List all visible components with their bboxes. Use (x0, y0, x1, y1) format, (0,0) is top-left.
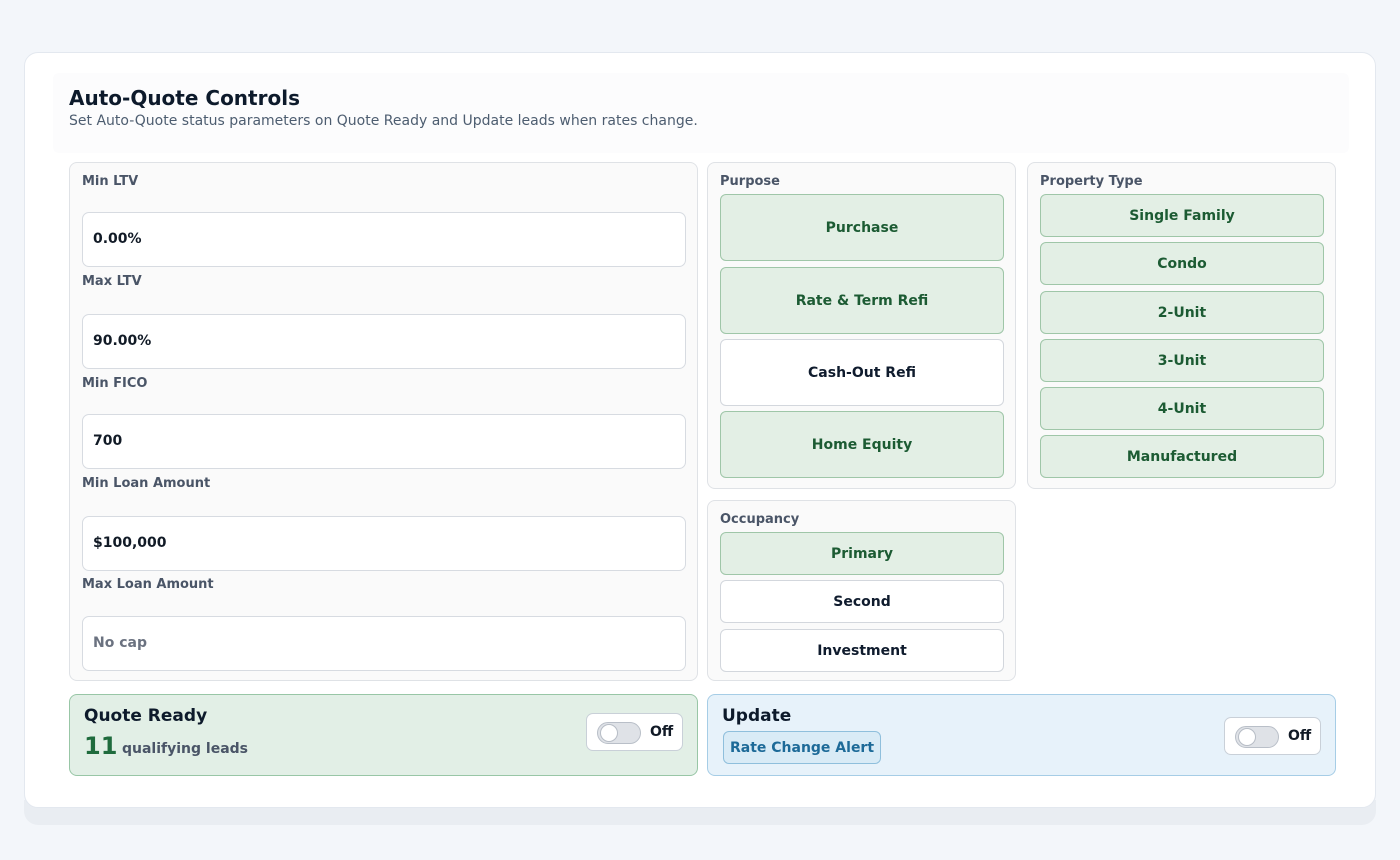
property-type-label: Property Type (1040, 174, 1143, 189)
occupancy-option-second[interactable]: Second (720, 580, 1004, 623)
min-ltv-label: Min LTV (82, 174, 139, 189)
auto-quote-card: Auto-Quote Controls Set Auto-Quote statu… (24, 52, 1376, 808)
property-option-single-family[interactable]: Single Family (1040, 194, 1324, 237)
update-toggle-state: Off (1288, 728, 1312, 744)
property-option-label: 4-Unit (1157, 400, 1207, 417)
quote-ready-title: Quote Ready (84, 706, 208, 726)
purpose-option-home-equity[interactable]: Home Equity (720, 411, 1004, 478)
loan-filters-panel: Min LTV 0.00% Max LTV 90.00% Min FICO 70… (69, 162, 698, 681)
max-ltv-label: Max LTV (82, 274, 142, 289)
quote-ready-switch[interactable] (597, 722, 641, 744)
page-title: Auto-Quote Controls (69, 86, 300, 110)
min-loan-amount-input[interactable]: $100,000 (82, 516, 686, 571)
purpose-option-rate-term-refi[interactable]: Rate & Term Refi (720, 267, 1004, 334)
occupancy-panel: Occupancy Primary Second Investment (707, 500, 1016, 681)
purpose-option-cash-out-refi[interactable]: Cash-Out Refi (720, 339, 1004, 406)
purpose-option-label: Rate & Term Refi (795, 292, 929, 309)
occupancy-label: Occupancy (720, 512, 800, 527)
quote-ready-toggle-state: Off (650, 724, 674, 740)
occupancy-option-primary[interactable]: Primary (720, 532, 1004, 575)
update-switch-knob (1238, 728, 1256, 746)
occupancy-option-investment[interactable]: Investment (720, 629, 1004, 672)
property-type-panel: Property Type Single Family Condo 2-Unit… (1027, 162, 1336, 489)
property-option-label: 3-Unit (1157, 352, 1207, 369)
property-option-label: 2-Unit (1157, 304, 1207, 321)
update-banner: Update Rate Change Alert Off (707, 694, 1336, 776)
quote-ready-switch-knob (600, 724, 618, 742)
update-title: Update (722, 706, 792, 726)
update-switch[interactable] (1235, 726, 1279, 748)
quote-ready-toggle[interactable]: Off (586, 713, 683, 751)
purpose-option-purchase[interactable]: Purchase (720, 194, 1004, 261)
update-toggle[interactable]: Off (1224, 717, 1321, 755)
max-loan-amount-label: Max Loan Amount (82, 577, 214, 592)
property-option-4-unit[interactable]: 4-Unit (1040, 387, 1324, 430)
purpose-option-label: Home Equity (811, 436, 913, 453)
property-option-label: Single Family (1129, 207, 1235, 224)
min-fico-label: Min FICO (82, 376, 148, 391)
occupancy-option-label: Second (833, 593, 891, 610)
occupancy-option-label: Primary (830, 545, 894, 562)
purpose-panel: Purpose Purchase Rate & Term Refi Cash-O… (707, 162, 1016, 489)
min-loan-amount-label: Min Loan Amount (82, 476, 211, 491)
page-subtitle: Set Auto-Quote status parameters on Quot… (69, 113, 698, 129)
qualifying-leads-label: qualifying leads (122, 741, 249, 757)
property-option-condo[interactable]: Condo (1040, 242, 1324, 285)
occupancy-option-label: Investment (817, 642, 907, 659)
property-option-manufactured[interactable]: Manufactured (1040, 435, 1324, 478)
purpose-option-label: Purchase (825, 219, 899, 236)
quote-ready-banner: Quote Ready 11 qualifying leads Off (69, 694, 698, 776)
property-option-label: Condo (1157, 255, 1207, 272)
purpose-option-label: Cash-Out Refi (808, 364, 916, 381)
property-option-2-unit[interactable]: 2-Unit (1040, 291, 1324, 334)
rate-change-alert-badge[interactable]: Rate Change Alert (723, 731, 881, 764)
min-fico-input[interactable]: 700 (82, 414, 686, 469)
purpose-label: Purpose (720, 174, 780, 189)
max-ltv-input[interactable]: 90.00% (82, 314, 686, 369)
min-ltv-input[interactable]: 0.00% (82, 212, 686, 267)
property-option-label: Manufactured (1126, 448, 1238, 465)
property-option-3-unit[interactable]: 3-Unit (1040, 339, 1324, 382)
max-loan-amount-input[interactable]: No cap (82, 616, 686, 671)
qualifying-leads-count: 11 (84, 732, 118, 760)
